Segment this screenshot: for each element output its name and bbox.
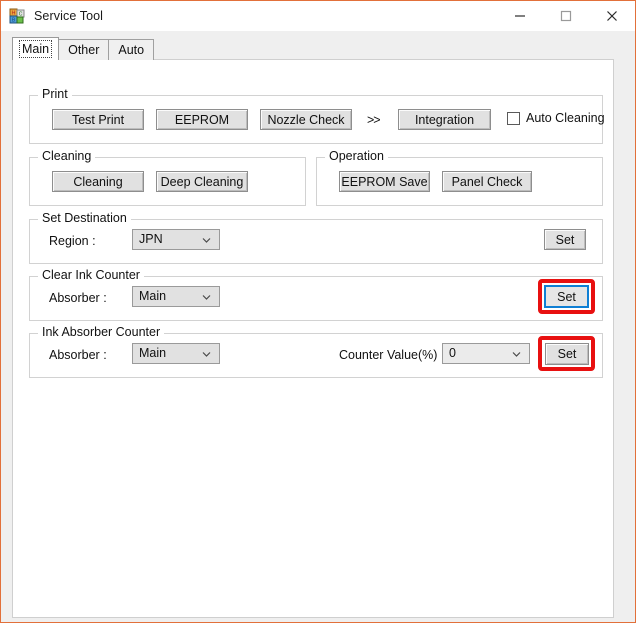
chevron-down-icon bbox=[512, 351, 521, 357]
tab-auto-label: Auto bbox=[118, 42, 145, 57]
tab-auto[interactable]: Auto bbox=[108, 39, 155, 60]
cleaning-button[interactable]: Cleaning bbox=[52, 171, 144, 192]
tab-other[interactable]: Other bbox=[58, 39, 110, 60]
auto-cleaning-checkbox-box[interactable] bbox=[507, 112, 520, 125]
ink-absorber-select[interactable]: Main bbox=[132, 343, 220, 364]
test-print-button[interactable]: Test Print bbox=[52, 109, 144, 130]
service-tool-window: H C B Service Tool Main Other Auto Print… bbox=[0, 0, 636, 623]
eeprom-save-label: EEPROM Save bbox=[341, 174, 428, 189]
cleaning-label: Cleaning bbox=[73, 174, 123, 189]
minimize-button[interactable] bbox=[497, 1, 543, 31]
group-ink-absorber-counter-legend: Ink Absorber Counter bbox=[38, 326, 165, 339]
group-clear-ink-counter-legend: Clear Ink Counter bbox=[38, 269, 144, 282]
group-print-legend: Print bbox=[38, 88, 72, 101]
tab-other-label: Other bbox=[68, 42, 100, 57]
ink-absorber-counter-set-button[interactable]: Set bbox=[545, 343, 589, 365]
nozzle-check-label: Nozzle Check bbox=[267, 112, 345, 127]
chevron-double-right-icon: >> bbox=[367, 113, 381, 127]
group-clear-ink-counter: Clear Ink Counter Absorber : Main Set bbox=[29, 269, 603, 321]
group-cleaning-legend: Cleaning bbox=[38, 150, 96, 163]
set-destination-set-label: Set bbox=[555, 232, 575, 247]
clear-ink-counter-set-label: Set bbox=[557, 289, 576, 304]
deep-cleaning-button[interactable]: Deep Cleaning bbox=[156, 171, 248, 192]
chevron-down-icon bbox=[202, 237, 211, 243]
ink-absorber-select-value: Main bbox=[139, 346, 167, 361]
eeprom-save-button[interactable]: EEPROM Save bbox=[339, 171, 430, 192]
ink-absorber-counter-set-label: Set bbox=[557, 347, 577, 361]
chevron-down-icon bbox=[202, 294, 211, 300]
test-print-label: Test Print bbox=[71, 112, 125, 127]
group-print: Print Test Print EEPROM Nozzle Check >> … bbox=[29, 88, 605, 144]
chevron-down-icon bbox=[202, 351, 211, 357]
integration-label: Integration bbox=[414, 112, 475, 127]
maximize-button[interactable] bbox=[543, 1, 589, 31]
title-bar: H C B Service Tool bbox=[1, 1, 635, 31]
close-button[interactable] bbox=[589, 1, 635, 31]
tab-panel-main: Print Test Print EEPROM Nozzle Check >> … bbox=[12, 59, 614, 618]
panel-check-button[interactable]: Panel Check bbox=[442, 171, 532, 192]
group-operation-legend: Operation bbox=[325, 150, 388, 163]
counter-value-select[interactable]: 0 bbox=[442, 343, 530, 364]
window-controls bbox=[497, 1, 635, 31]
auto-cleaning-checkbox[interactable]: Auto Cleaning bbox=[507, 112, 605, 125]
nozzle-check-button[interactable]: Nozzle Check bbox=[260, 109, 352, 130]
set-destination-set-button[interactable]: Set bbox=[544, 229, 586, 250]
group-cleaning: Cleaning Cleaning Deep Cleaning bbox=[29, 150, 306, 206]
region-label: Region : bbox=[49, 234, 96, 248]
deep-cleaning-label: Deep Cleaning bbox=[160, 174, 244, 189]
eeprom-button[interactable]: EEPROM bbox=[156, 109, 248, 130]
group-set-destination: Set Destination Region : JPN Set bbox=[29, 212, 603, 264]
tab-strip: Main Other Auto bbox=[12, 37, 155, 60]
clear-ink-counter-set-button[interactable]: Set bbox=[544, 285, 589, 308]
group-operation: Operation EEPROM Save Panel Check bbox=[316, 150, 603, 206]
close-icon bbox=[607, 11, 617, 21]
counter-value-label: Counter Value(%) : bbox=[339, 348, 445, 362]
maximize-icon bbox=[560, 10, 572, 22]
integration-button[interactable]: Integration bbox=[398, 109, 491, 130]
client-area: Main Other Auto Print Test Print EEPROM bbox=[1, 31, 635, 622]
ink-absorber-label: Absorber : bbox=[49, 348, 107, 362]
group-ink-absorber-counter: Ink Absorber Counter Absorber : Main Cou… bbox=[29, 326, 603, 378]
tab-main[interactable]: Main bbox=[12, 37, 60, 60]
tab-main-label: Main bbox=[18, 39, 53, 59]
region-select-value: JPN bbox=[139, 232, 163, 247]
region-select[interactable]: JPN bbox=[132, 229, 220, 250]
app-blocks-icon: H C B bbox=[9, 8, 25, 24]
minimize-icon bbox=[515, 15, 525, 17]
clear-ink-absorber-select-value: Main bbox=[139, 289, 167, 304]
auto-cleaning-label: Auto Cleaning bbox=[526, 111, 605, 126]
eeprom-label: EEPROM bbox=[174, 112, 230, 127]
clear-ink-absorber-select[interactable]: Main bbox=[132, 286, 220, 307]
panel-check-label: Panel Check bbox=[451, 174, 523, 189]
clear-ink-absorber-label: Absorber : bbox=[49, 291, 107, 305]
window-title: Service Tool bbox=[34, 9, 104, 23]
group-set-destination-legend: Set Destination bbox=[38, 212, 131, 225]
counter-value-select-value: 0 bbox=[449, 346, 456, 361]
